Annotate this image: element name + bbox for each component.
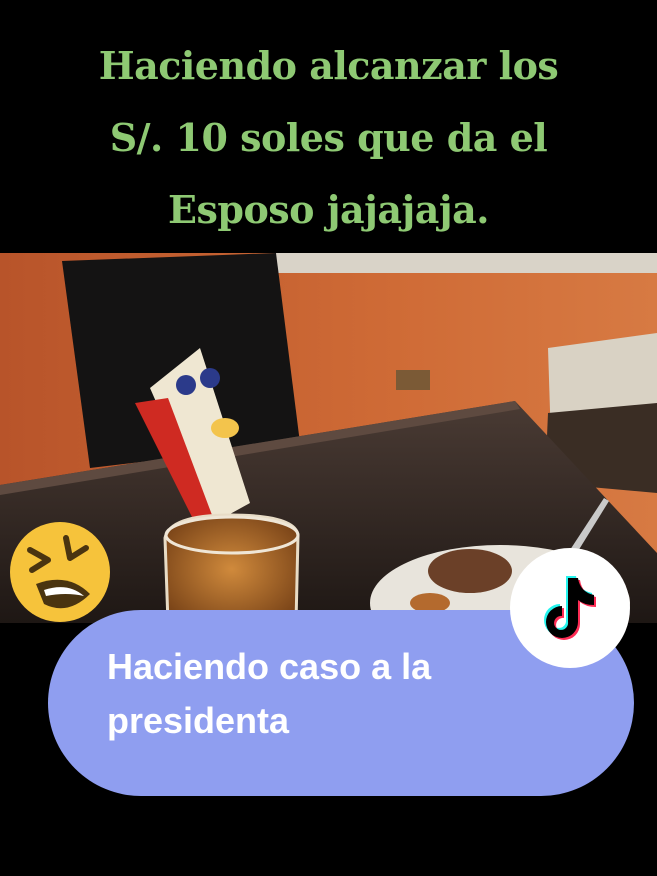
tiktok-logo-icon [544, 576, 596, 640]
top-caption: Haciendo alcanzar los S/. 10 soles que d… [0, 30, 657, 246]
caption-line-3: Esposo jajajaja. [168, 187, 489, 232]
food-on-plate [428, 549, 512, 593]
tiktok-logo-button[interactable] [510, 548, 630, 668]
caption-line-2: S/. 10 soles que da el [109, 115, 548, 160]
sachet-egg-picture [211, 418, 239, 438]
caption-line-1: Haciendo alcanzar los [98, 43, 559, 88]
laughing-squinting-face-icon [10, 522, 110, 622]
sachet-label-dot-2 [200, 368, 220, 388]
tea-glass [163, 513, 300, 623]
wall-outlet [396, 370, 430, 390]
sachet-label-dot-1 [176, 375, 196, 395]
window-frame [275, 253, 657, 273]
